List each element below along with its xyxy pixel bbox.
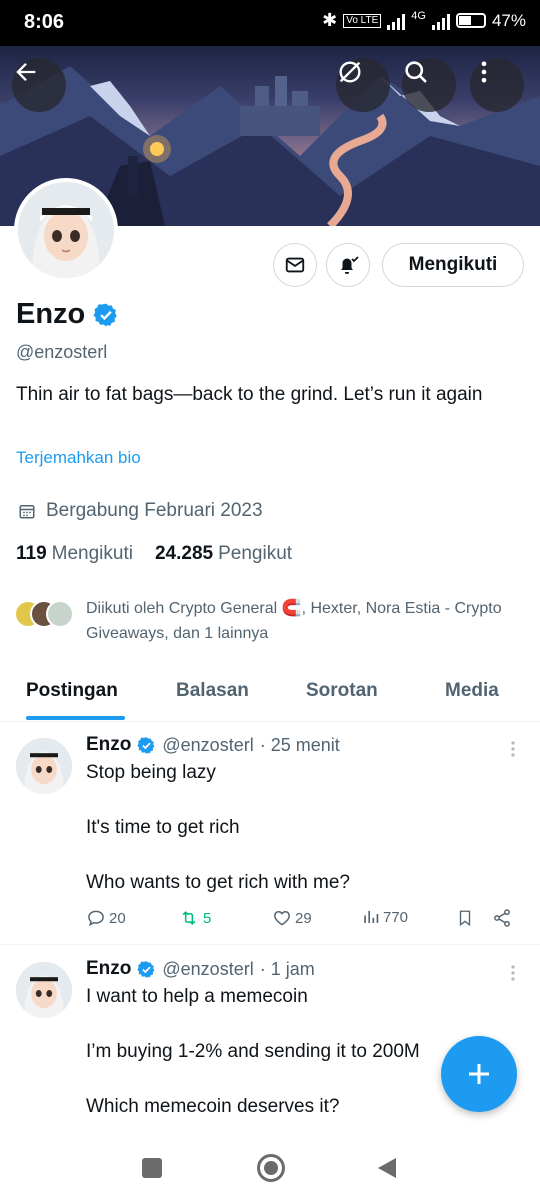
post-actions: 20 5 29 770 [86,908,516,932]
post-author-handle: @enzosterl [162,734,254,755]
following-button[interactable]: Mengikuti [382,243,524,287]
back-button[interactable] [12,58,66,112]
bookmark-action[interactable] [456,908,474,928]
status-bar: 8:06 ✱ Vo LTE 4G 47% [0,0,540,46]
tab-highlights[interactable]: Sorotan [306,680,378,702]
system-nav-bar [0,1134,540,1200]
repost-count: 5 [203,909,212,927]
like-count: 29 [295,909,312,927]
more-vertical-icon [481,61,487,83]
followed-by-avatars [14,600,74,636]
status-icons: ✱ Vo LTE 4G 47% [322,10,526,31]
profile-tabs: Postingan Balasan Sorotan Media [0,664,540,722]
profile-avatar[interactable] [14,178,118,282]
post-text-line: Who wants to get rich with me? [86,872,350,893]
post-text-line: I want to help a memecoin [86,986,308,1007]
calendar-icon [19,505,35,519]
verified-badge-icon [137,960,155,978]
post-time: · 25 menit [259,734,340,755]
verified-badge-icon[interactable] [93,302,119,328]
post[interactable]: Enzo @enzosterl · 25 menit Stop being la… [0,724,540,944]
views-icon [364,911,379,923]
heart-icon [274,910,290,926]
join-date-text: Bergabung Februari 2023 [46,500,263,521]
verified-badge-icon [137,736,155,754]
grok-button[interactable] [336,58,390,112]
avatar-image [18,182,114,278]
home-dot [264,1161,278,1175]
followers-label: Pengikut [218,543,293,564]
status-time: 8:06 [24,11,65,33]
like-action[interactable]: 29 [272,908,312,928]
search-icon [405,61,427,83]
compose-button[interactable] [441,1036,517,1112]
network-type: 4G [411,10,426,22]
active-tab-indicator [26,716,125,720]
tab-media[interactable]: Media [445,680,499,702]
post-avatar[interactable] [16,738,72,794]
profile-bio: Thin air to fat bags—back to the grind. … [16,384,483,405]
battery-percent: 47% [491,10,526,30]
notify-button[interactable] [326,243,370,287]
post-header: Enzo @enzosterl · 25 menit [86,734,340,756]
views-count: 770 [383,908,409,926]
battery-icon [455,13,486,28]
post-author-handle: @enzosterl [162,958,254,979]
follower-avatar [46,600,74,628]
repost-icon [182,911,196,925]
envelope-icon [285,257,305,273]
post-author-name[interactable]: Enzo [86,734,131,756]
signal-icon-2 [431,12,450,30]
post-header: Enzo @enzosterl · 1 jam [86,958,315,980]
bookmark-icon [459,910,471,927]
search-button[interactable] [402,58,456,112]
plus-icon [469,1064,489,1084]
recents-button[interactable] [142,1158,162,1178]
repost-action[interactable]: 5 [178,908,211,928]
more-vertical-icon[interactable] [510,740,516,758]
followed-by-text: Diikuti oleh Crypto General 🧲, Hexter, N… [86,600,502,642]
followers-count: 24.285 [154,543,214,564]
volte-icon: Vo LTE [343,13,382,28]
followed-by[interactable]: Diikuti oleh Crypto General 🧲, Hexter, N… [14,596,506,646]
profile-handle: @enzosterl [16,342,108,362]
following-count: 119 [16,543,47,564]
profile-name: Enzo [16,298,119,331]
following-label: Mengikuti [51,543,133,564]
reply-action[interactable]: 20 [86,908,126,928]
join-date: Bergabung Februari 2023 [18,500,263,522]
post-author-name[interactable]: Enzo [86,958,131,980]
avatar-image [16,962,72,1018]
post-text-line: Which memecoin deserves it? [86,1096,340,1117]
tab-replies[interactable]: Balasan [176,680,249,702]
post-text-line: I’m buying 1-2% and sending it to 200M [86,1041,420,1062]
bluetooth-icon: ✱ [322,10,338,30]
tab-posts[interactable]: Postingan [26,680,118,702]
reply-count: 20 [109,909,126,927]
signal-icon [387,12,406,30]
post-divider [0,944,540,945]
post-text-line: Stop being lazy [86,762,216,783]
grok-icon [339,61,361,83]
followers-stat[interactable]: 24.285 Pengikut [155,543,292,565]
profile-stats: 119 Mengikuti 24.285 Pengikut [16,543,292,565]
avatar-image [16,738,72,794]
post-time: · 1 jam [259,958,315,979]
back-arrow-icon [16,63,36,81]
translate-bio-link[interactable]: Terjemahkan bio [16,448,141,468]
post-text-line: It's time to get rich [86,817,240,838]
following-stat[interactable]: 119 Mengikuti [16,543,133,565]
reply-icon [88,910,104,927]
post-avatar[interactable] [16,962,72,1018]
share-icon [494,909,510,927]
message-button[interactable] [273,243,317,287]
back-nav-icon[interactable] [376,1156,398,1180]
views-action[interactable]: 770 [362,908,408,926]
display-name: Enzo [16,298,86,330]
share-action[interactable] [492,908,512,928]
more-button[interactable] [470,58,524,112]
more-vertical-icon[interactable] [510,964,516,982]
home-button[interactable] [257,1154,285,1182]
bell-check-icon [341,256,359,274]
